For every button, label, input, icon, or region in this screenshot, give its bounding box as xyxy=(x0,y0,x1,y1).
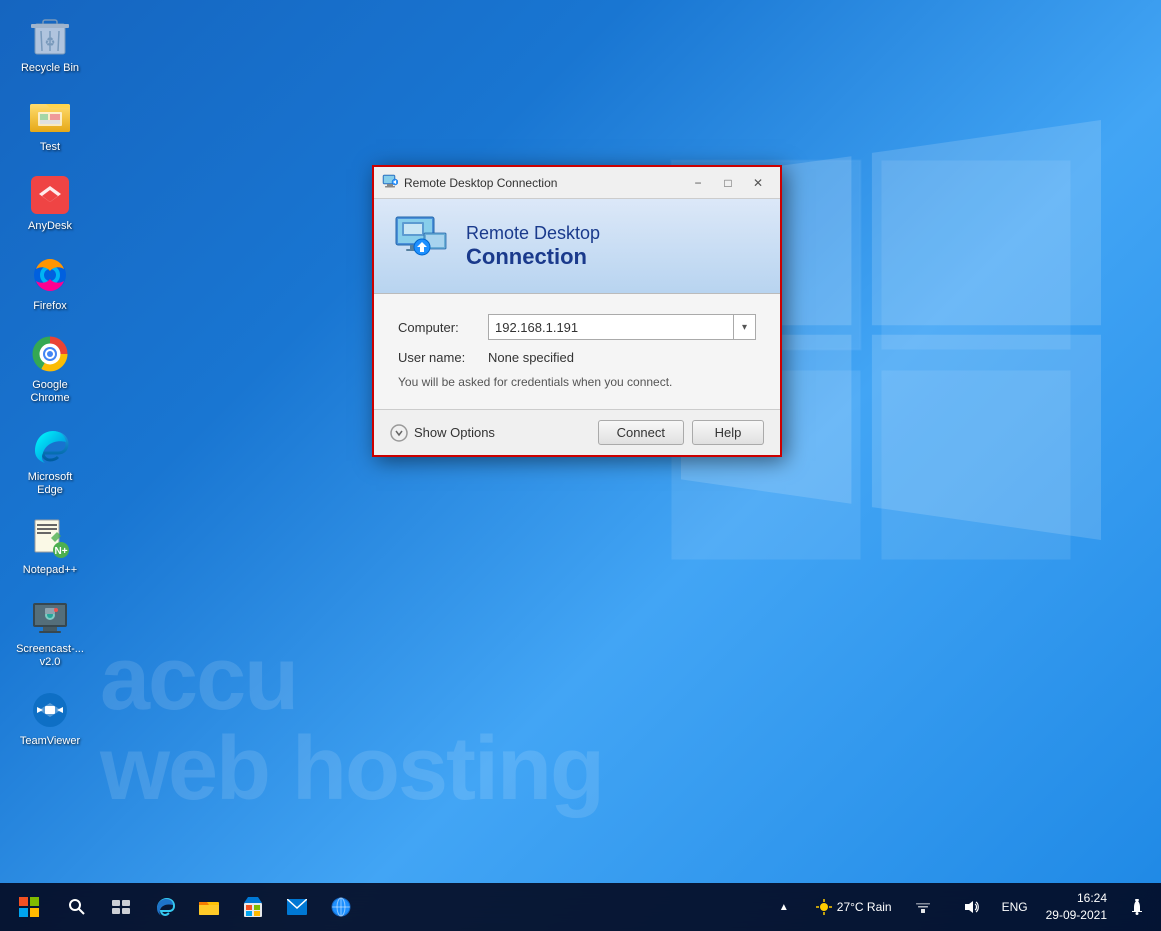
taskbar: ▲ 27°C Rain xyxy=(0,883,1161,931)
taskbar-edge-button[interactable] xyxy=(144,886,186,928)
taskbar-globe-icon xyxy=(331,897,351,917)
weather-text: 27°C Rain xyxy=(837,900,892,914)
taskview-icon xyxy=(112,900,130,914)
desktop-icon-screencast[interactable]: Screencast-... v2.0 xyxy=(10,591,90,675)
watermark-line2: web hosting xyxy=(100,718,603,821)
firefox-icon xyxy=(29,254,71,296)
screencast-label: Screencast-... v2.0 xyxy=(16,643,84,669)
rdp-title-icon xyxy=(382,173,398,192)
rdp-window-buttons: − □ ✕ xyxy=(684,171,772,195)
screencast-icon xyxy=(29,597,71,639)
username-field-row: User name: None specified xyxy=(398,350,756,365)
rdp-close-button[interactable]: ✕ xyxy=(744,171,772,195)
google-chrome-label: Google Chrome xyxy=(16,379,84,405)
connect-button[interactable]: Connect xyxy=(598,420,684,445)
rdp-header-title2: Connection xyxy=(466,244,600,270)
desktop-icon-google-chrome[interactable]: Google Chrome xyxy=(10,327,90,411)
computer-field-row: Computer: ▾ xyxy=(398,314,756,340)
username-label: User name: xyxy=(398,350,488,365)
computer-input-wrapper[interactable]: ▾ xyxy=(488,314,756,340)
rdp-header: Remote Desktop Connection xyxy=(374,199,780,294)
desktop-icon-anydesk[interactable]: AnyDesk xyxy=(10,168,90,239)
rdp-body: Computer: ▾ User name: None specified Yo… xyxy=(374,294,780,409)
clock-date: 29-09-2021 xyxy=(1046,907,1107,924)
test-folder-label: Test xyxy=(40,141,60,154)
computer-dropdown-arrow[interactable]: ▾ xyxy=(733,315,755,339)
volume-icon-button[interactable] xyxy=(950,886,992,928)
desktop-icons-container: ♻ Recycle Bin xyxy=(10,10,90,754)
test-folder-icon xyxy=(29,95,71,137)
username-value: None specified xyxy=(488,350,574,365)
rdp-maximize-button[interactable]: □ xyxy=(714,171,742,195)
network-icon[interactable] xyxy=(902,886,944,928)
desktop-icon-notepadpp[interactable]: N+ Notepad++ xyxy=(10,512,90,583)
notepadpp-label: Notepad++ xyxy=(23,564,77,577)
show-hidden-icons-button[interactable]: ▲ xyxy=(763,886,805,928)
credentials-text: You will be asked for credentials when y… xyxy=(398,375,756,389)
notification-center-button[interactable] xyxy=(1121,891,1153,923)
rdp-minimize-button[interactable]: − xyxy=(684,171,712,195)
rdp-footer: Show Options Connect Help xyxy=(374,409,780,455)
recycle-bin-icon: ♻ xyxy=(29,16,71,58)
weather-widget[interactable]: 27°C Rain xyxy=(811,898,896,916)
desktop-icon-microsoft-edge[interactable]: Microsoft Edge xyxy=(10,419,90,503)
anydesk-icon xyxy=(29,174,71,216)
weather-icon xyxy=(815,898,833,916)
firefox-label: Firefox xyxy=(33,300,67,313)
network-status-icon xyxy=(915,899,931,915)
show-options-button[interactable]: Show Options xyxy=(390,424,495,442)
language-label: ENG xyxy=(1002,900,1028,914)
taskbar-mail-icon xyxy=(287,899,307,915)
language-button[interactable]: ENG xyxy=(998,886,1032,928)
taskbar-mail-button[interactable] xyxy=(276,886,318,928)
desktop-icon-recycle-bin[interactable]: ♻ Recycle Bin xyxy=(10,10,90,81)
computer-input[interactable] xyxy=(489,320,733,335)
taskbar-fileexplorer-button[interactable] xyxy=(188,886,230,928)
computer-label: Computer: xyxy=(398,320,488,335)
notification-bell-icon xyxy=(1130,899,1144,915)
desktop-icon-test[interactable]: Test xyxy=(10,89,90,160)
recycle-bin-label: Recycle Bin xyxy=(21,62,79,75)
taskbar-edge-icon xyxy=(155,897,175,917)
rdp-header-text: Remote Desktop Connection xyxy=(466,223,600,270)
show-options-label: Show Options xyxy=(414,425,495,440)
teamviewer-label: TeamViewer xyxy=(20,735,80,748)
taskview-button[interactable] xyxy=(100,886,142,928)
svg-text:N+: N+ xyxy=(54,546,67,557)
rdp-footer-buttons: Connect Help xyxy=(598,420,764,445)
svg-text:♻: ♻ xyxy=(45,35,56,49)
taskbar-store-button[interactable] xyxy=(232,886,274,928)
rdp-titlebar: Remote Desktop Connection − □ ✕ xyxy=(374,167,780,199)
rdp-window-title: Remote Desktop Connection xyxy=(404,176,557,190)
taskbar-store-icon xyxy=(244,897,262,917)
desktop: accu web hosting ♻ Recycle Bin xyxy=(0,0,1161,931)
rdp-title-section: Remote Desktop Connection xyxy=(382,173,557,192)
clock-time: 16:24 xyxy=(1046,890,1107,907)
anydesk-label: AnyDesk xyxy=(28,220,72,233)
microsoft-edge-label: Microsoft Edge xyxy=(16,471,84,497)
google-chrome-icon xyxy=(29,333,71,375)
microsoft-edge-icon xyxy=(29,425,71,467)
taskbar-right: ▲ 27°C Rain xyxy=(763,886,1157,928)
desktop-icon-firefox[interactable]: Firefox xyxy=(10,248,90,319)
help-button[interactable]: Help xyxy=(692,420,764,445)
volume-icon xyxy=(963,899,979,915)
teamviewer-icon xyxy=(29,689,71,731)
start-button[interactable] xyxy=(4,886,54,928)
taskbar-left xyxy=(4,886,362,928)
desktop-icon-teamviewer[interactable]: TeamViewer xyxy=(10,683,90,754)
watermark-line1: accu xyxy=(100,628,297,731)
rdp-header-title1: Remote Desktop xyxy=(466,223,600,244)
rdp-dialog: Remote Desktop Connection − □ ✕ xyxy=(372,165,782,457)
taskbar-globe-button[interactable] xyxy=(320,886,362,928)
search-icon xyxy=(68,898,86,916)
search-button[interactable] xyxy=(56,886,98,928)
rdp-header-monitor-icon xyxy=(394,215,450,277)
notepadpp-icon: N+ xyxy=(29,518,71,560)
clock[interactable]: 16:24 29-09-2021 xyxy=(1038,890,1115,924)
windows-start-icon xyxy=(19,897,39,917)
taskbar-fileexplorer-icon xyxy=(199,898,219,916)
show-options-icon xyxy=(390,424,408,442)
